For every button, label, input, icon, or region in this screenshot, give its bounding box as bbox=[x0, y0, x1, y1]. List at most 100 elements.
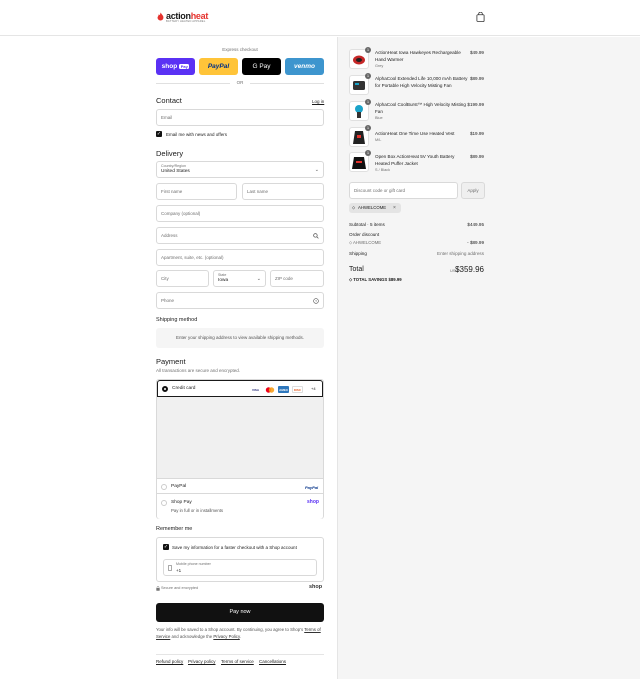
company-field[interactable]: Company (optional) bbox=[156, 205, 324, 222]
remember-me-box: ✓ Save my information for a faster check… bbox=[156, 537, 324, 582]
address-field[interactable]: Address bbox=[156, 227, 324, 244]
item-name: AlphaCool Extended Life 10,000 mAh Batte… bbox=[375, 76, 468, 88]
secure-note: Secure and encrypted bbox=[161, 586, 199, 590]
paypal-button[interactable]: PayPal bbox=[199, 58, 238, 75]
item-price: $19.99 bbox=[469, 131, 484, 136]
shipping-notice: Enter your shipping address to view avai… bbox=[156, 328, 324, 348]
shop-pay-radio[interactable] bbox=[161, 500, 167, 506]
shipping-method-title: Shipping method bbox=[156, 317, 198, 323]
mobile-phone-field[interactable]: Mobile phone number +1 bbox=[163, 559, 317, 576]
shop-pay-logo: shop bbox=[307, 499, 319, 505]
shipping-label: Shipping bbox=[349, 251, 367, 256]
item-name: Open Box ActionHeat 5V Youth Battery Hea… bbox=[375, 154, 455, 166]
item-thumbnail: 1 bbox=[349, 99, 371, 121]
venmo-button[interactable]: venmo bbox=[285, 58, 324, 75]
item-variant: Blue bbox=[375, 116, 383, 120]
discount-tag: ⬦ AHWELCOME × bbox=[349, 203, 401, 213]
item-variant: Grey bbox=[375, 64, 384, 68]
apply-discount-button[interactable]: Apply bbox=[461, 182, 485, 199]
mobile-phone-icon bbox=[168, 565, 172, 571]
visa-icon: VISA bbox=[250, 386, 261, 393]
legal-text: Your info will be saved to a Shop accoun… bbox=[156, 627, 321, 639]
item-variant: S / Black bbox=[375, 168, 390, 172]
brand-logo[interactable]: actionheat BATTERY HEATED APPAREL bbox=[156, 11, 208, 24]
item-thumbnail: 1 bbox=[349, 47, 371, 69]
or-divider: OR bbox=[156, 80, 324, 86]
paypal-option[interactable]: PayPal PayPal bbox=[157, 480, 323, 494]
express-checkout-title: Express checkout bbox=[222, 47, 258, 52]
google-pay-button[interactable]: G Pay bbox=[242, 58, 281, 75]
privacy-policy-link[interactable]: Privacy Policy bbox=[213, 634, 239, 639]
remember-me-title: Remember me bbox=[156, 526, 193, 532]
checkout-form: Express checkout shop Pay PayPal G Pay v… bbox=[0, 37, 337, 679]
newsletter-label: Email me with news and offers bbox=[166, 132, 227, 137]
shop-logo: shop bbox=[309, 584, 323, 590]
payment-methods: Credit card VISA AMEX DISC +4 PayPal Pay… bbox=[156, 379, 324, 519]
payment-subtitle: All transactions are secure and encrypte… bbox=[156, 368, 241, 373]
pay-now-button[interactable]: Pay now bbox=[156, 603, 324, 622]
item-price: $89.99 bbox=[469, 154, 484, 159]
lock-icon bbox=[156, 586, 160, 591]
shopping-bag-icon[interactable] bbox=[476, 12, 485, 22]
city-field[interactable]: City bbox=[156, 270, 209, 287]
contact-title: Contact bbox=[156, 96, 182, 105]
tag-icon: ⬦ bbox=[352, 205, 356, 210]
payment-title: Payment bbox=[156, 357, 186, 366]
paypal-radio[interactable] bbox=[161, 484, 167, 490]
item-thumbnail: 1 bbox=[349, 125, 371, 147]
item-variant: M/L bbox=[375, 138, 382, 142]
shop-pay-button[interactable]: shop Pay bbox=[156, 58, 195, 75]
country-select[interactable]: Country/Region United States ⌄ bbox=[156, 161, 324, 178]
order-discount-label: Order discount bbox=[349, 232, 380, 237]
log-in-link[interactable]: Log in bbox=[312, 99, 324, 104]
battery-image bbox=[353, 81, 365, 90]
first-name-field[interactable]: First name bbox=[156, 183, 237, 200]
total-savings: ⬦ TOTAL SAVINGS $89.99 bbox=[349, 277, 402, 282]
refund-policy-link[interactable]: Refund policy bbox=[156, 659, 183, 664]
discount-code-field[interactable]: Discount code or gift card bbox=[349, 182, 458, 199]
flame-icon bbox=[157, 12, 164, 21]
mastercard-icon bbox=[264, 386, 275, 393]
shop-pay-option[interactable]: Shop Pay Pay in full or in installments … bbox=[157, 495, 323, 519]
save-info-checkbox[interactable]: ✓ bbox=[163, 544, 169, 550]
subtotal-label: Subtotal · 5 items bbox=[349, 222, 385, 227]
item-thumbnail: 1 bbox=[349, 150, 371, 172]
remove-discount-icon[interactable]: × bbox=[393, 203, 396, 213]
header: actionheat BATTERY HEATED APPAREL bbox=[0, 0, 640, 36]
email-field[interactable]: Email bbox=[156, 109, 324, 126]
apartment-field[interactable]: Apartment, suite, etc. (optional) bbox=[156, 249, 324, 266]
total-label: Total bbox=[349, 266, 364, 273]
credit-card-radio[interactable] bbox=[162, 386, 168, 392]
credit-card-option[interactable]: Credit card VISA AMEX DISC +4 bbox=[157, 380, 323, 397]
phone-field[interactable]: Phone ? bbox=[156, 292, 324, 309]
discount-value: - $89.99 bbox=[467, 240, 484, 245]
newsletter-checkbox[interactable]: ✓ bbox=[156, 131, 162, 137]
shipping-value: Enter shipping address bbox=[437, 251, 484, 256]
puffer-jacket-image bbox=[352, 157, 366, 169]
item-price: $89.99 bbox=[469, 76, 484, 81]
chevron-down-icon: ⌄ bbox=[256, 276, 261, 282]
svg-text:?: ? bbox=[315, 299, 317, 303]
cancellations-link[interactable]: Cancellations bbox=[259, 659, 286, 664]
state-select[interactable]: State Iowa ⌄ bbox=[213, 270, 266, 287]
discount-code-label: ⬦ AHWELCOME bbox=[349, 240, 382, 245]
subtotal-value: $449.95 bbox=[467, 222, 484, 227]
more-cards-count: +4 bbox=[311, 386, 316, 391]
item-name: AlphaCool CoolBurst™ High Velocity Misti… bbox=[375, 102, 466, 114]
item-name: ActionHeat Iowa Hawkeyes Rechargeable Ha… bbox=[375, 50, 461, 62]
item-thumbnail: 1 bbox=[349, 73, 371, 95]
item-price: $199.99 bbox=[467, 102, 484, 107]
search-icon bbox=[313, 233, 319, 239]
delivery-title: Delivery bbox=[156, 149, 184, 158]
brand-tagline: BATTERY HEATED APPAREL bbox=[166, 20, 206, 23]
privacy-policy-footer-link[interactable]: Privacy policy bbox=[188, 659, 216, 664]
terms-of-service-footer-link[interactable]: Terms of service bbox=[221, 659, 254, 664]
item-price: $49.99 bbox=[469, 50, 484, 55]
last-name-field[interactable]: Last name bbox=[242, 183, 324, 200]
zip-field[interactable]: ZIP code bbox=[270, 270, 324, 287]
heated-vest-image bbox=[353, 131, 365, 144]
amex-icon: AMEX bbox=[278, 386, 289, 393]
help-icon[interactable]: ? bbox=[313, 298, 319, 304]
save-info-label: Save my information for a faster checkou… bbox=[172, 545, 297, 550]
misting-fan-image bbox=[355, 105, 363, 118]
